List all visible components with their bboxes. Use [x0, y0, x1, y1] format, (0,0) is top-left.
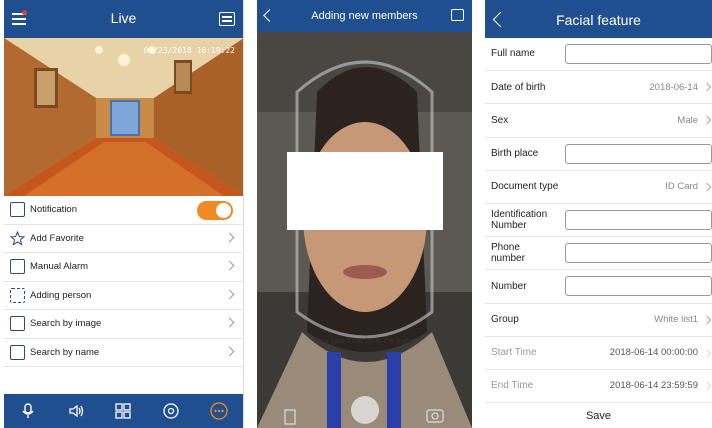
chevron-right-icon: [224, 289, 235, 299]
identification-number-row: Identification Number: [485, 204, 712, 238]
field-label: Group: [491, 313, 519, 325]
live-screen: Live 05/23/2018 16:19:22 Notification Ad…: [4, 0, 244, 428]
search-by-name-row[interactable]: Search by name: [4, 339, 243, 367]
adding-person-label: Adding person: [30, 289, 92, 301]
notification-label: Notification: [30, 204, 77, 216]
chevron-right-icon: [224, 232, 235, 242]
switch-camera-icon[interactable]: [428, 404, 446, 420]
chevron-right-icon: [702, 348, 712, 357]
page-title: Adding new members: [311, 10, 418, 22]
video-timestamp: 05/23/2018 16:19:22: [143, 46, 235, 55]
search-by-image-label: Search by image: [30, 318, 102, 330]
live-video[interactable]: 05/23/2018 16:19:22: [4, 38, 243, 196]
manual-alarm-label: Manual Alarm: [30, 261, 89, 273]
number-input[interactable]: [565, 276, 712, 297]
camera-controls: [257, 396, 472, 428]
chevron-right-icon: [224, 260, 235, 271]
notification-row: Notification: [4, 196, 243, 225]
facial-form: Full name Date of birth 2018-06-14 Sex M…: [485, 38, 712, 404]
image-search-icon: [10, 316, 25, 332]
adding-person-row[interactable]: Adding person: [4, 282, 243, 310]
phone-number-row: Phone number: [485, 237, 712, 271]
camera-preview: [257, 32, 472, 428]
date-of-birth-row[interactable]: Date of birth 2018-06-14: [485, 71, 712, 105]
chevron-right-icon: [702, 381, 712, 391]
shutter-button[interactable]: [350, 398, 380, 428]
ptz-icon[interactable]: [162, 402, 180, 420]
birth-place-row: Birth place: [485, 138, 712, 171]
field-label: Date of birth: [491, 81, 546, 93]
sex-value: Male: [677, 114, 698, 126]
notification-icon: [10, 202, 25, 218]
facial-header: Facial feature: [485, 0, 712, 38]
save-button[interactable]: Save: [485, 410, 712, 422]
speaker-icon[interactable]: [67, 402, 85, 420]
field-label: Identification Number: [491, 208, 548, 232]
search-by-image-row[interactable]: Search by image: [4, 310, 243, 339]
start-time-row: Start Time 2018-06-14 00:00:00: [485, 337, 712, 370]
group-value: White list1: [654, 314, 698, 326]
date-of-birth-value: 2018-06-14: [649, 81, 698, 93]
adding-members-screen: Adding new members Your face must be in …: [257, 0, 472, 428]
add-favorite-label: Add Favorite: [30, 232, 84, 244]
live-header: Live: [4, 0, 243, 38]
field-label: Sex: [491, 114, 509, 126]
alarm-icon: [10, 259, 25, 275]
page-title: Facial feature: [556, 12, 641, 28]
field-label: Phone number: [491, 241, 525, 265]
field-label: Start Time: [491, 347, 537, 359]
face-preview-image: [257, 32, 472, 428]
chevron-right-icon: [702, 82, 712, 92]
end-time-value: 2018-06-14 23:59:59: [609, 380, 698, 392]
field-label: Document type: [491, 181, 559, 193]
device-list-icon[interactable]: [219, 12, 235, 26]
chevron-right-icon: [224, 317, 235, 328]
phone-number-input[interactable]: [565, 243, 712, 264]
microphone-icon[interactable]: [19, 402, 37, 420]
facial-feature-screen: Facial feature Full name Date of birth 2…: [485, 0, 712, 428]
page-title: Live: [110, 10, 137, 26]
gallery-icon[interactable]: [451, 9, 464, 21]
add-favorite-row[interactable]: Add Favorite: [4, 225, 243, 253]
field-label: Birth place: [491, 147, 539, 159]
end-time-row: End Time 2018-06-14 23:59:59: [485, 370, 712, 404]
group-row[interactable]: Group White list1: [485, 304, 712, 337]
name-search-icon: [10, 344, 25, 360]
chevron-right-icon: [702, 315, 712, 324]
star-icon: [9, 230, 26, 246]
search-by-name-label: Search by name: [30, 346, 100, 358]
field-label: Number: [491, 280, 527, 292]
sex-row[interactable]: Sex Male: [485, 104, 712, 138]
manual-alarm-row[interactable]: Manual Alarm: [4, 253, 243, 282]
adding-header: Adding new members: [257, 0, 472, 32]
start-time-value: 2018-06-14 00:00:00: [609, 347, 698, 359]
face-hint-text: Your face must be in the frame: [313, 336, 416, 345]
identification-number-input[interactable]: [565, 209, 712, 230]
bottom-toolbar: [4, 394, 243, 428]
flashlight-icon[interactable]: [283, 404, 297, 422]
grid-icon[interactable]: [114, 402, 132, 420]
birth-place-input[interactable]: [565, 143, 712, 164]
document-type-row[interactable]: Document type ID Card: [485, 171, 712, 204]
live-menu-list: Notification Add Favorite Manual Alarm A…: [4, 196, 243, 367]
notification-toggle[interactable]: [197, 201, 233, 220]
more-icon[interactable]: [210, 402, 228, 420]
chevron-right-icon: [702, 116, 712, 125]
add-person-icon: [10, 287, 25, 303]
full-name-row: Full name: [485, 38, 712, 72]
number-row: Number: [485, 270, 712, 304]
chevron-right-icon: [702, 182, 712, 191]
chevron-right-icon: [224, 346, 235, 356]
full-name-input[interactable]: [565, 44, 712, 64]
field-label: End Time: [491, 380, 534, 392]
document-type-value: ID Card: [665, 181, 698, 193]
corridor-image: [4, 38, 243, 196]
field-label: Full name: [491, 48, 535, 60]
